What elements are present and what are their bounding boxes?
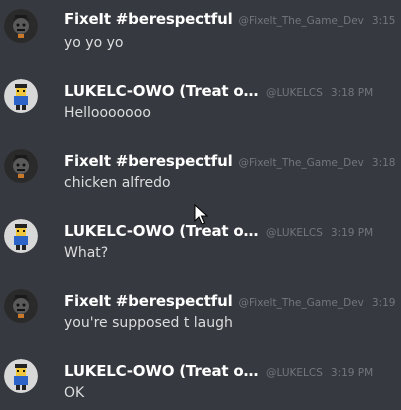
- author-handle: @Fixelt_The_Game_Dev: [238, 157, 364, 169]
- fixeit-avatar[interactable]: [4, 289, 38, 323]
- timestamp: 3:19 PM: [330, 367, 374, 379]
- fixeit-avatar[interactable]: [4, 9, 38, 43]
- message-text: OK: [64, 385, 85, 401]
- message-item[interactable]: LUKELC-OWO (Treat othe... @LUKELCS 3:18 PM…: [0, 72, 401, 136]
- author-handle: @LUKELCS: [266, 367, 323, 379]
- message-text: Hellooooooo: [64, 105, 151, 121]
- message-item[interactable]: LUKELC-OWO (Treat othe... @LUKELCS 3:19 PM…: [0, 352, 401, 410]
- author-handle: @Fixelt_The_Game_Dev: [238, 15, 364, 27]
- mouse-cursor-icon: [194, 204, 208, 225]
- message-text: yo yo yo: [64, 35, 124, 51]
- timestamp: 3:15 PM: [371, 15, 397, 27]
- message-text: you're supposed t laugh: [64, 315, 233, 331]
- author-name[interactable]: FixeIt #berespectful: [64, 152, 233, 170]
- message-text: chicken alfredo: [64, 175, 171, 191]
- timestamp: 3:18 PM: [330, 87, 374, 99]
- timestamp: 3:19 PM: [330, 227, 374, 239]
- message-item[interactable]: FixeIt #berespectful @Fixelt_The_Game_Dev…: [0, 282, 401, 346]
- author-name[interactable]: FixeIt #berespectful: [64, 292, 233, 310]
- author-handle: @LUKELCS: [266, 87, 323, 99]
- message-item[interactable]: FixeIt #berespectful @Fixelt_The_Game_Dev…: [0, 142, 401, 206]
- author-handle: @LUKELCS: [266, 227, 323, 239]
- author-name[interactable]: LUKELC-OWO (Treat othe...: [64, 222, 260, 240]
- author-name[interactable]: LUKELC-OWO (Treat othe...: [64, 82, 260, 100]
- timestamp: 3:19 PM: [371, 297, 397, 309]
- fixeit-avatar[interactable]: [4, 149, 38, 183]
- author-name[interactable]: FixeIt #berespectful: [64, 10, 233, 28]
- author-name[interactable]: LUKELC-OWO (Treat othe...: [64, 362, 260, 380]
- lukelc-avatar[interactable]: [4, 219, 38, 253]
- author-handle: @Fixelt_The_Game_Dev: [238, 297, 364, 309]
- chat-messages: FixeIt #berespectful @Fixelt_The_Game_Dev…: [0, 0, 401, 410]
- message-item[interactable]: FixeIt #berespectful @Fixelt_The_Game_Dev…: [0, 0, 401, 64]
- message-text: What?: [64, 245, 109, 261]
- timestamp: 3:18 PM: [371, 157, 397, 169]
- lukelc-avatar[interactable]: [4, 359, 38, 393]
- lukelc-avatar[interactable]: [4, 79, 38, 113]
